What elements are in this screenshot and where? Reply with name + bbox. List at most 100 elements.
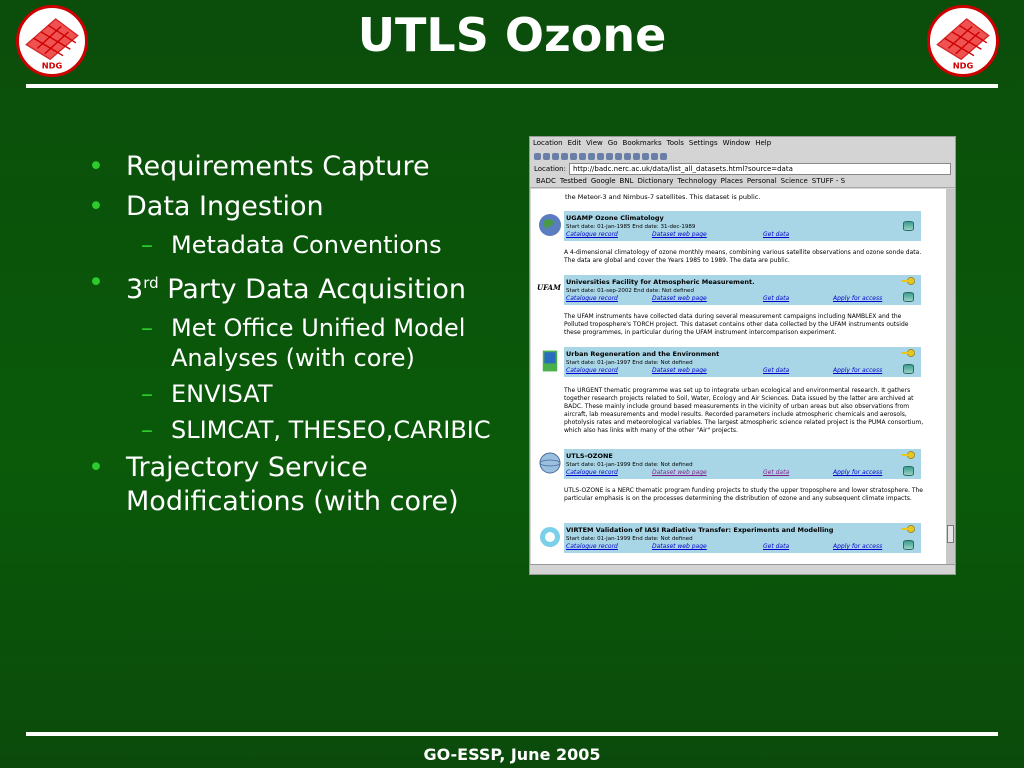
cut-icon[interactable] [588,152,595,160]
get-data-link[interactable]: Get data [763,295,789,302]
menu-bar: Location Edit View Go Bookmarks Tools Se… [530,137,955,150]
slide-footer: GO-ESSP, June 2005 [423,745,601,764]
menu-go[interactable]: Go [608,137,618,150]
back-icon[interactable] [534,152,541,160]
apply-for-access-link[interactable]: Apply for access [833,295,882,302]
database-icon[interactable] [903,540,914,550]
database-icon[interactable] [903,466,914,476]
logo-label: NDG [953,61,974,71]
bullet-trajectory: Trajectory Service Modifications (with c… [86,451,516,519]
menu-edit[interactable]: Edit [568,137,582,150]
subbullet-met-office: Met Office Unified Model Analyses (with … [86,313,516,373]
catalogue-record-link[interactable]: Catalogue record [566,295,618,302]
dataset-dates: Start date: 01-jan-1999 End date: Not de… [566,536,693,542]
catalogue-record-link[interactable]: Catalogue record [566,367,618,374]
menu-window[interactable]: Window [723,137,751,150]
urgent-logo-icon [542,350,558,372]
database-icon[interactable] [903,221,914,231]
apply-for-access-link[interactable]: Apply for access [833,469,882,476]
find-icon[interactable] [624,152,631,160]
print-icon[interactable] [615,152,622,160]
menu-view[interactable]: View [586,137,603,150]
subbullet-envisat: ENVISAT [86,379,516,409]
catalogue-record-link[interactable]: Catalogue record [566,543,618,550]
url-input[interactable]: http://badc.nerc.ac.uk/data/list_all_dat… [568,162,951,175]
dataset-title: Universities Facility for Atmospheric Me… [566,278,755,286]
page-content: the Meteor-3 and Nimbus-7 satellites. Th… [531,189,946,564]
database-icon[interactable] [903,292,914,302]
slide-title: UTLS Ozone [357,8,667,62]
dataset-dates: Start date: 01-jan-1985 End date: 31-dec… [566,224,696,230]
home-icon[interactable] [561,152,568,160]
dataset-title: Urban Regeneration and the Environment [566,350,720,358]
ufam-logo: UFAM [537,283,561,292]
ordinal-number: 3 [126,274,144,305]
dataset-dates: Start date: 01-jan-1997 End date: Not de… [566,360,693,366]
scrollbar-thumb[interactable] [947,525,954,543]
zoom-in-icon[interactable] [633,152,640,160]
bullet-data-ingestion: Data Ingestion [86,190,516,224]
bookmark-personal[interactable]: Personal [747,177,777,185]
catalogue-record-link[interactable]: Catalogue record [566,231,618,238]
get-data-link[interactable]: Get data [763,469,789,476]
menu-help[interactable]: Help [755,137,771,150]
bookmark-bnl[interactable]: BNL [620,177,634,185]
key-icon [901,349,915,357]
virtem-logo-icon [540,527,560,547]
apply-for-access-link[interactable]: Apply for access [833,543,882,550]
key-icon [901,277,915,285]
bullet-text: Party Data Acquisition [158,274,467,305]
bookmark-testbed[interactable]: Testbed [560,177,587,185]
get-data-link[interactable]: Get data [763,231,789,238]
dataset-web-page-link[interactable]: Dataset web page [652,231,707,238]
dataset-description: A 4-dimensional climatology of ozone mon… [564,249,922,264]
apply-for-access-link[interactable]: Apply for access [833,367,882,374]
menu-tools[interactable]: Tools [667,137,684,150]
dataset-description: The URGENT thematic programme was set up… [564,387,924,434]
zoom-out-icon[interactable] [642,152,649,160]
bookmark-science[interactable]: Science [781,177,808,185]
dataset-web-page-link[interactable]: Dataset web page [652,295,707,302]
globe-icon [539,214,561,236]
copy-icon[interactable] [597,152,604,160]
bookmark-google[interactable]: Google [591,177,616,185]
key-icon [901,525,915,533]
browser-toolbar [530,150,955,162]
menu-bookmarks[interactable]: Bookmarks [623,137,662,150]
logo-label: NDG [42,61,63,71]
bookmark-dictionary[interactable]: Dictionary [638,177,674,185]
dataset-description: The UFAM instruments have collected data… [564,313,909,336]
subbullet-metadata: Metadata Conventions [86,230,516,260]
stop-icon[interactable] [579,152,586,160]
menu-location[interactable]: Location [533,137,563,150]
catalogue-record-link[interactable]: Catalogue record [566,469,618,476]
dataset-dates: Start date: 01-sep-2002 End date: Not de… [566,288,694,294]
reload-icon[interactable] [570,152,577,160]
intro-text: the Meteor-3 and Nimbus-7 satellites. Th… [565,193,761,201]
database-icon[interactable] [903,364,914,374]
bookmark-technology[interactable]: Technology [677,177,716,185]
dataset-header: Universities Facility for Atmospheric Me… [564,275,921,305]
location-bar: Location: http://badc.nerc.ac.uk/data/li… [530,162,955,175]
key-icon [901,451,915,459]
dataset-web-page-link[interactable]: Dataset web page [652,367,707,374]
get-data-link[interactable]: Get data [763,543,789,550]
menu-settings[interactable]: Settings [689,137,718,150]
bookmark-icon[interactable] [651,152,658,160]
up-icon[interactable] [552,152,559,160]
paste-icon[interactable] [606,152,613,160]
bookmark-places[interactable]: Places [721,177,743,185]
bullet-requirements: Requirements Capture [86,150,516,184]
vertical-scrollbar[interactable] [946,189,955,564]
footer-divider [26,732,998,736]
get-data-link[interactable]: Get data [763,367,789,374]
bookmark-stuff[interactable]: STUFF - S [812,177,845,185]
dataset-web-page-link[interactable]: Dataset web page [652,543,707,550]
forward-icon[interactable] [543,152,550,160]
dataset-web-page-link[interactable]: Dataset web page [652,469,707,476]
bookmark-badc[interactable]: BADC [536,177,556,185]
security-icon[interactable] [660,152,667,160]
dataset-title: UGAMP Ozone Climatology [566,214,664,222]
subbullet-slimcat: SLIMCAT, THESEO,CARIBIC [86,415,516,445]
dataset-header: UGAMP Ozone Climatology Start date: 01-j… [564,211,921,241]
